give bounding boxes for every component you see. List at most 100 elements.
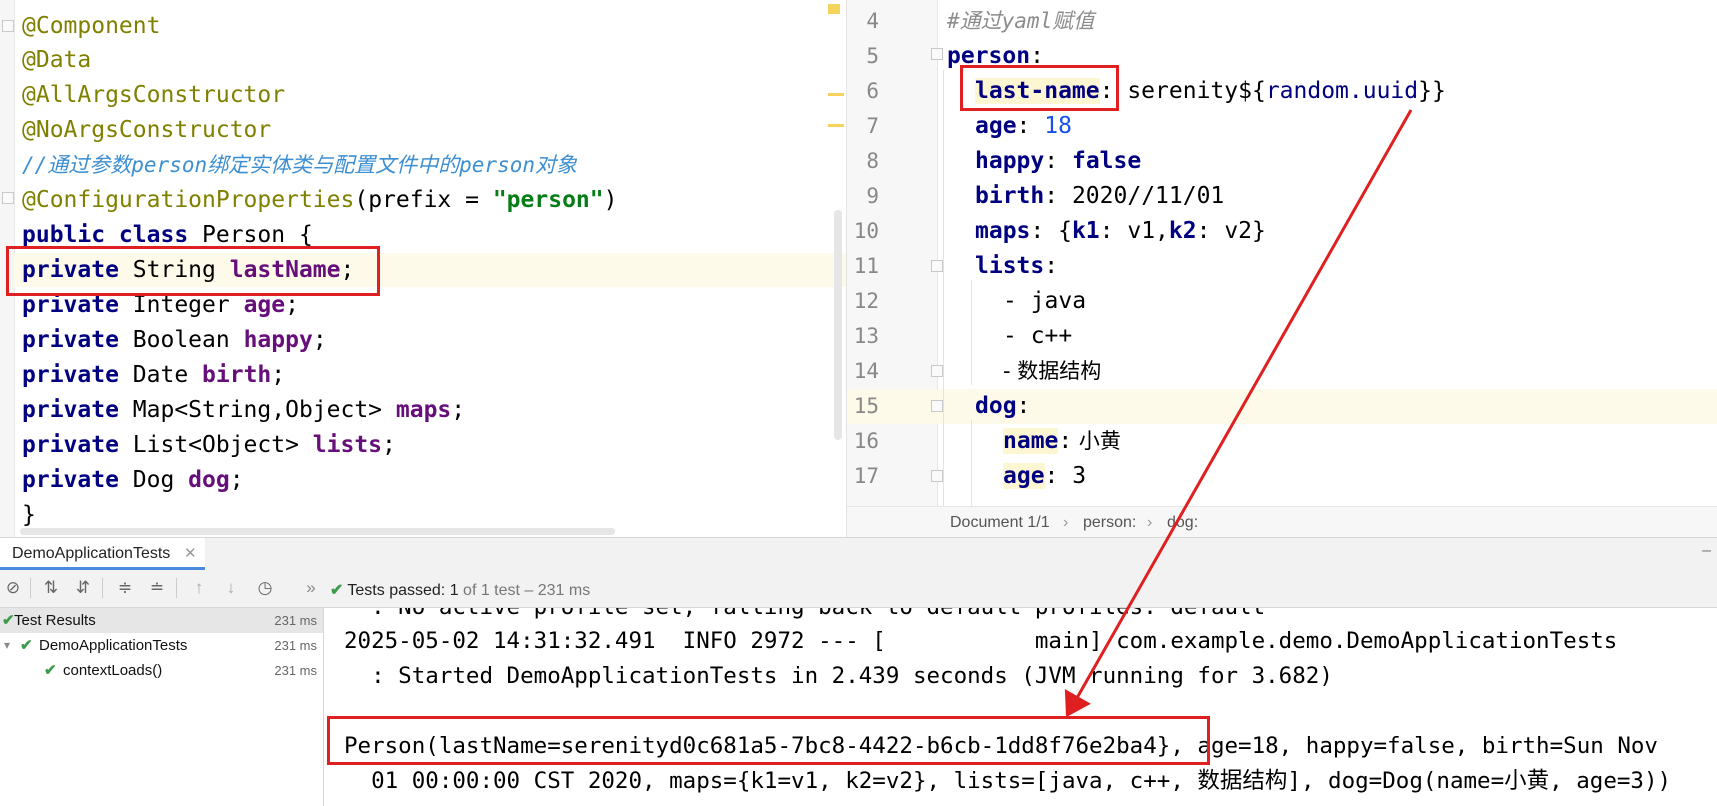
code-token: Person {	[202, 222, 313, 248]
type-token: Dog	[132, 467, 189, 493]
check-icon: ✔	[20, 637, 33, 654]
indent-guide	[943, 70, 944, 506]
status-detail: of 1 test – 231 ms	[463, 582, 591, 599]
fold-icon[interactable]	[931, 470, 943, 482]
yaml-comment: #通过yaml赋值	[947, 9, 1095, 33]
code-line-closing-brace: }	[22, 502, 36, 528]
code-line-annotation: @Component	[22, 13, 161, 39]
code-line-field: private Map<String,Object> maps;	[22, 393, 465, 427]
keyword-token: private	[22, 362, 133, 388]
stripe-marker	[828, 93, 844, 96]
console-line: : Started DemoApplicationTests in 2.439 …	[344, 663, 1333, 689]
yaml-colon: :	[1030, 218, 1045, 244]
breadcrumb-item-person[interactable]: person:	[1083, 514, 1136, 532]
tree-label: DemoApplicationTests	[39, 637, 188, 654]
yaml-line-maps: maps: {k1: v1,k2: v2}	[975, 214, 1266, 249]
tree-row-demo-application-tests[interactable]: ▾ ✔ DemoApplicationTests 231 ms	[0, 633, 323, 658]
console-output[interactable]: : No active profile set, falling back to…	[324, 608, 1717, 806]
code-line-comment: //通过参数person绑定实体类与配置文件中的person对象	[22, 153, 578, 177]
code-line-config-properties: @ConfigurationProperties(prefix = "perso…	[22, 183, 617, 217]
code-token: ;	[271, 362, 286, 388]
field-token: lists	[312, 432, 383, 458]
yaml-colon: :	[1044, 183, 1059, 209]
minimize-icon[interactable]: –	[1702, 542, 1711, 560]
test-results-tree: ✔ Test Results 231 ms ▾ ✔ DemoApplicatio…	[0, 608, 324, 806]
keyword-token: private	[22, 467, 133, 493]
tree-row-test-results[interactable]: ✔ Test Results 231 ms	[0, 608, 323, 633]
horizontal-scrollbar[interactable]	[20, 528, 615, 535]
sort-duration-icon[interactable]: ⇵	[70, 575, 96, 601]
keyword-token: private	[22, 327, 133, 353]
code-token: ;	[382, 432, 396, 458]
breadcrumb-document[interactable]: Document 1/1	[950, 514, 1050, 532]
yaml-key: birth	[975, 183, 1045, 209]
yaml-colon: :	[1016, 113, 1031, 139]
yaml-value: 2020//11/01	[1058, 183, 1225, 209]
vertical-scrollbar[interactable]	[834, 210, 842, 440]
code-line-field: private Dog dog;	[22, 463, 244, 497]
fold-icon[interactable]	[2, 192, 14, 204]
code-line-annotation: @Data	[22, 47, 92, 73]
tree-label: Test Results	[14, 612, 96, 629]
tree-duration: 231 ms	[274, 613, 317, 628]
expand-all-icon[interactable]: ≑	[112, 575, 138, 601]
yaml-colon: :	[1016, 393, 1031, 419]
stripe-marker	[828, 124, 844, 127]
collapse-all-icon[interactable]: ≐	[144, 575, 170, 601]
code-line-annotation: @AllArgsConstructor	[22, 82, 286, 108]
close-icon[interactable]: ✕	[184, 544, 197, 562]
yaml-key: age	[1003, 463, 1045, 489]
line-number: 9	[866, 184, 879, 208]
keyword-token: public class	[22, 222, 203, 248]
yaml-key: k1	[1071, 218, 1100, 244]
chevron-down-icon[interactable]: ▾	[4, 633, 10, 658]
breadcrumb-item-dog[interactable]: dog:	[1167, 514, 1198, 532]
check-icon: ✔	[2, 612, 15, 629]
line-number: 15	[853, 394, 879, 418]
toolbar-separator	[102, 578, 103, 598]
more-icon[interactable]: »	[298, 575, 324, 601]
fold-icon[interactable]	[2, 20, 14, 32]
yaml-key: name	[1003, 428, 1059, 454]
fold-icon[interactable]	[931, 400, 943, 412]
tree-duration: 231 ms	[274, 663, 317, 678]
tree-row-context-loads[interactable]: ✔ contextLoads() 231 ms	[0, 658, 323, 683]
highlight-box-lastname-field	[6, 246, 380, 296]
toolbar-separator	[176, 578, 177, 598]
check-icon: ✔	[44, 662, 57, 679]
line-number: 8	[866, 149, 879, 173]
yaml-colon: :	[1044, 253, 1059, 279]
arrow-up-icon[interactable]: ↑	[186, 575, 212, 601]
line-number: 7	[866, 114, 879, 138]
type-token: Date	[132, 362, 203, 388]
yaml-line-age: age: 18	[975, 109, 1072, 144]
yaml-key: lists	[975, 253, 1045, 279]
yaml-line-dog-name: name: 小黄	[1003, 424, 1121, 459]
cancel-icon[interactable]: ⊘	[0, 575, 26, 601]
sort-alpha-icon[interactable]: ⇅	[38, 575, 64, 601]
yaml-line-birth: birth: 2020//11/01	[975, 179, 1224, 214]
tree-label: contextLoads()	[63, 662, 163, 679]
fold-icon[interactable]	[931, 365, 943, 377]
tree-duration: 231 ms	[274, 638, 317, 653]
status-prefix: Tests passed:	[347, 582, 446, 599]
field-token: birth	[202, 362, 272, 388]
breadcrumb-separator: ›	[1147, 514, 1153, 531]
history-icon[interactable]: ◷	[252, 575, 278, 601]
tab-demo-application-tests[interactable]: DemoApplicationTests ✕	[0, 538, 205, 570]
line-number: 10	[853, 219, 879, 243]
line-number: 6	[866, 79, 879, 103]
fold-icon[interactable]	[931, 48, 943, 60]
indent-guide	[971, 280, 972, 385]
breadcrumb: Document 1/1 › person: › dog:	[847, 506, 1717, 537]
field-token: maps	[395, 397, 452, 423]
fold-icon[interactable]	[931, 260, 943, 272]
yaml-colon: :	[1058, 428, 1073, 454]
keyword-token: private	[22, 432, 133, 458]
status-count: 1	[449, 582, 459, 599]
yaml-list-item: - c++	[1003, 323, 1073, 349]
code-line-field: private List<Object> lists;	[22, 428, 396, 462]
warning-stripe-marker[interactable]	[828, 4, 840, 14]
keyword-token: private	[22, 397, 133, 423]
arrow-down-icon[interactable]: ↓	[218, 575, 244, 601]
